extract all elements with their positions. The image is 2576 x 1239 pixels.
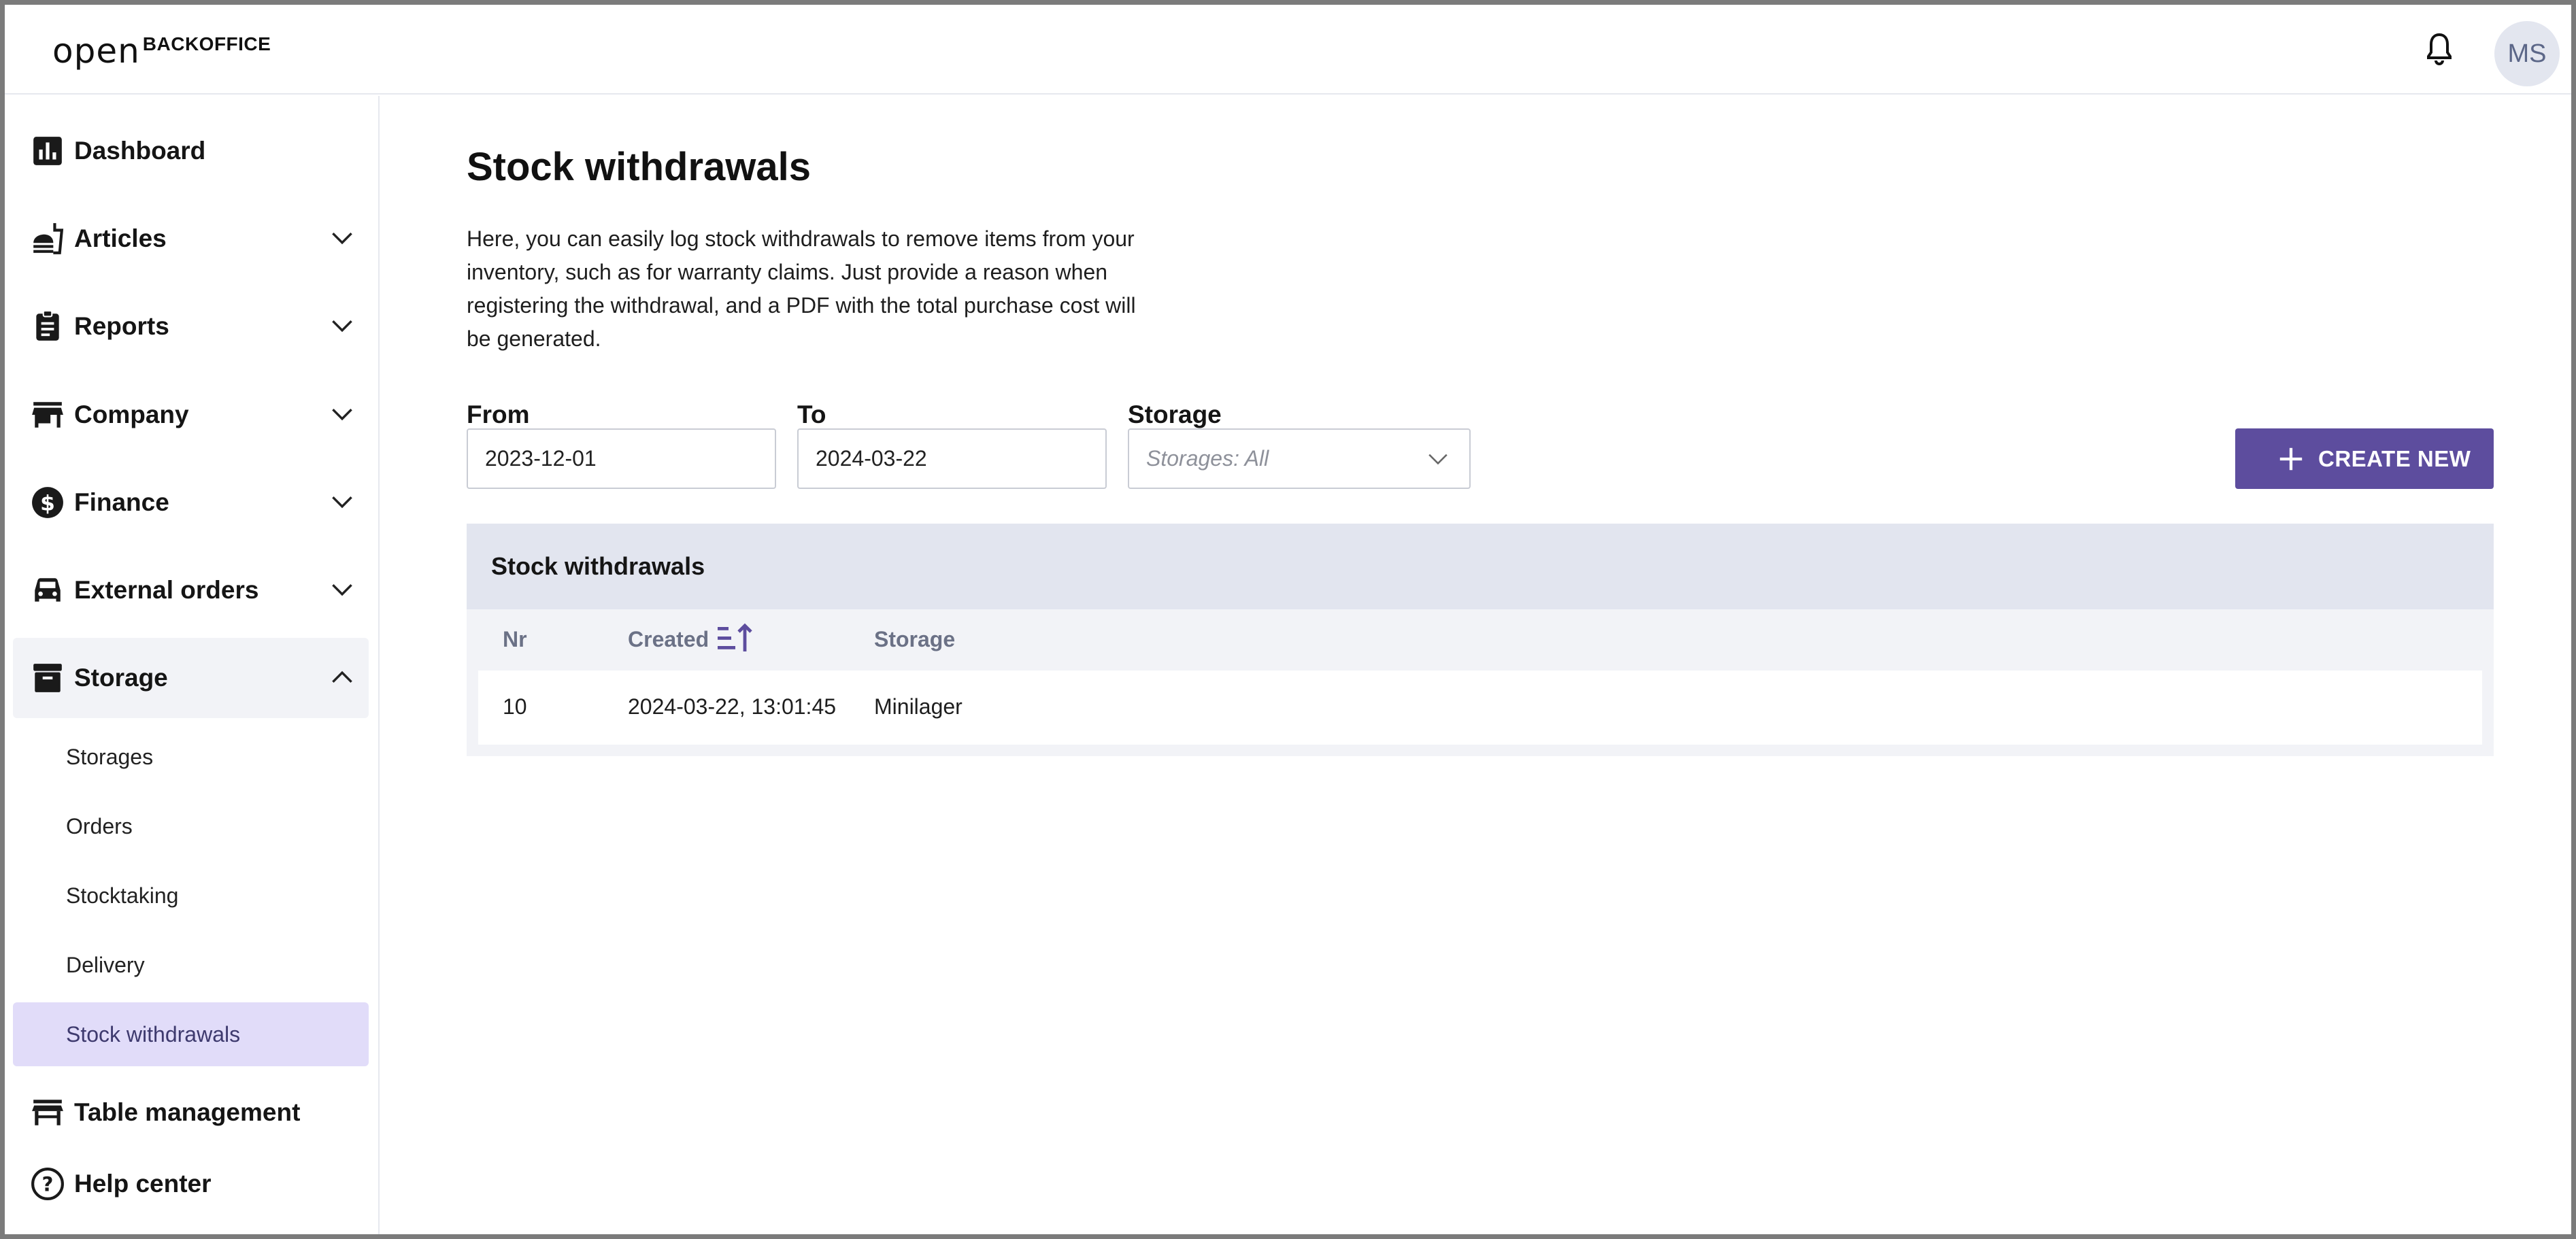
column-header-nr[interactable]: Nr bbox=[503, 627, 527, 652]
cell-storage: Minilager bbox=[874, 694, 963, 719]
cell-created: 2024-03-22, 13:01:45 bbox=[628, 694, 837, 719]
storage-select-placeholder: Storages: All bbox=[1146, 446, 1269, 471]
sidebar-item-label: Articles bbox=[74, 224, 167, 252]
chevron-down-icon bbox=[332, 320, 352, 333]
sidebar-item-articles[interactable]: Articles bbox=[13, 199, 369, 279]
svg-text:$: $ bbox=[40, 491, 55, 515]
sidebar-subitem-storages[interactable]: Storages bbox=[13, 725, 369, 789]
sidebar-item-table-management[interactable]: Table management bbox=[13, 1079, 369, 1147]
avatar[interactable]: MS bbox=[2494, 21, 2560, 86]
bell-icon[interactable] bbox=[2423, 32, 2456, 67]
sort-ascending-icon[interactable] bbox=[716, 623, 753, 653]
table-icon bbox=[32, 1100, 63, 1125]
page-description: Here, you can easily log stock withdrawa… bbox=[467, 226, 1136, 351]
sidebar-item-label: Dashboard bbox=[74, 137, 206, 165]
sidebar-subitem-label: Orders bbox=[66, 813, 133, 838]
to-date-input[interactable]: 2024-03-22 bbox=[797, 428, 1107, 489]
sidebar-item-dashboard[interactable]: Dashboard bbox=[13, 111, 369, 191]
help-center-label: Help center bbox=[74, 1170, 212, 1198]
page-title: Stock withdrawals bbox=[467, 145, 812, 189]
top-bar: open BACKOFFICE MS bbox=[5, 5, 2571, 95]
sidebar-subitem-label: Stock withdrawals bbox=[66, 1021, 241, 1047]
from-label: From bbox=[467, 401, 530, 428]
sidebar: Dashboard Articles Reports Company $ Fin… bbox=[5, 96, 380, 1234]
sidebar-item-label: Table management bbox=[74, 1098, 301, 1126]
bar-chart-icon bbox=[33, 137, 62, 165]
sidebar-item-label: External orders bbox=[74, 576, 259, 604]
help-icon: ? bbox=[31, 1168, 64, 1200]
table-header: Stock withdrawals bbox=[467, 524, 2494, 609]
storage-label: Storage bbox=[1128, 401, 1222, 428]
logo-text: BACKOFFICE bbox=[142, 33, 271, 54]
from-date-input[interactable]: 2023-12-01 bbox=[467, 428, 776, 489]
chevron-down-icon bbox=[332, 232, 352, 245]
sidebar-item-reports[interactable]: Reports bbox=[13, 286, 369, 367]
logo[interactable]: open BACKOFFICE bbox=[52, 32, 271, 70]
help-center-link[interactable]: ? Help center bbox=[13, 1157, 369, 1211]
column-header-storage[interactable]: Storage bbox=[874, 627, 955, 652]
sidebar-item-label: Finance bbox=[74, 488, 169, 516]
sidebar-subitem-label: Delivery bbox=[66, 952, 145, 977]
chevron-down-icon bbox=[332, 496, 352, 509]
column-header-created[interactable]: Created bbox=[628, 627, 709, 652]
car-icon bbox=[35, 578, 61, 602]
plus-icon bbox=[2279, 447, 2303, 471]
sidebar-subitem-orders[interactable]: Orders bbox=[13, 794, 369, 858]
sidebar-item-finance[interactable]: $ Finance bbox=[13, 462, 369, 543]
sidebar-subitem-stocktaking[interactable]: Stocktaking bbox=[13, 864, 369, 928]
sidebar-subitem-label: Stocktaking bbox=[66, 883, 179, 908]
table-row[interactable]: 10 2024-03-22, 13:01:45 Minilager bbox=[478, 671, 2482, 745]
svg-text:?: ? bbox=[42, 1172, 54, 1195]
create-new-label: CREATE NEW bbox=[2318, 445, 2471, 471]
sidebar-item-external-orders[interactable]: External orders bbox=[13, 550, 369, 630]
sidebar-item-label: Company bbox=[74, 401, 189, 428]
sidebar-subitem-delivery[interactable]: Delivery bbox=[13, 933, 369, 997]
sidebar-subitem-stock-withdrawals[interactable]: Stock withdrawals bbox=[13, 1002, 369, 1066]
chevron-down-icon bbox=[332, 408, 352, 421]
sidebar-item-storage[interactable]: Storage bbox=[13, 638, 369, 718]
dollar-icon: $ bbox=[32, 487, 63, 518]
store-icon bbox=[32, 402, 63, 428]
chevron-down-icon bbox=[332, 583, 352, 596]
table-title: Stock withdrawals bbox=[491, 552, 705, 580]
to-date-value: 2024-03-22 bbox=[816, 446, 927, 471]
sidebar-item-label: Storage bbox=[74, 664, 168, 692]
to-label: To bbox=[797, 401, 826, 428]
food-icon bbox=[33, 223, 64, 254]
logo-mark: open bbox=[52, 31, 140, 71]
withdrawals-table: Stock withdrawals Nr Created Storage 10 … bbox=[467, 524, 2494, 756]
storage-select[interactable]: Storages: All bbox=[1128, 428, 1471, 489]
clipboard-icon bbox=[36, 310, 59, 341]
create-new-button[interactable]: CREATE NEW bbox=[2235, 428, 2494, 489]
from-date-value: 2023-12-01 bbox=[485, 446, 597, 471]
cell-nr: 10 bbox=[503, 694, 527, 719]
sidebar-item-company[interactable]: Company bbox=[13, 375, 369, 455]
app-window: open BACKOFFICE MS Dashboard Articles Re… bbox=[5, 5, 2571, 1234]
archive-icon bbox=[33, 664, 62, 692]
sidebar-subitem-label: Storages bbox=[66, 744, 154, 769]
chevron-up-icon bbox=[332, 671, 352, 683]
sidebar-item-label: Reports bbox=[74, 312, 169, 340]
chevron-down-icon bbox=[1428, 454, 1448, 465]
